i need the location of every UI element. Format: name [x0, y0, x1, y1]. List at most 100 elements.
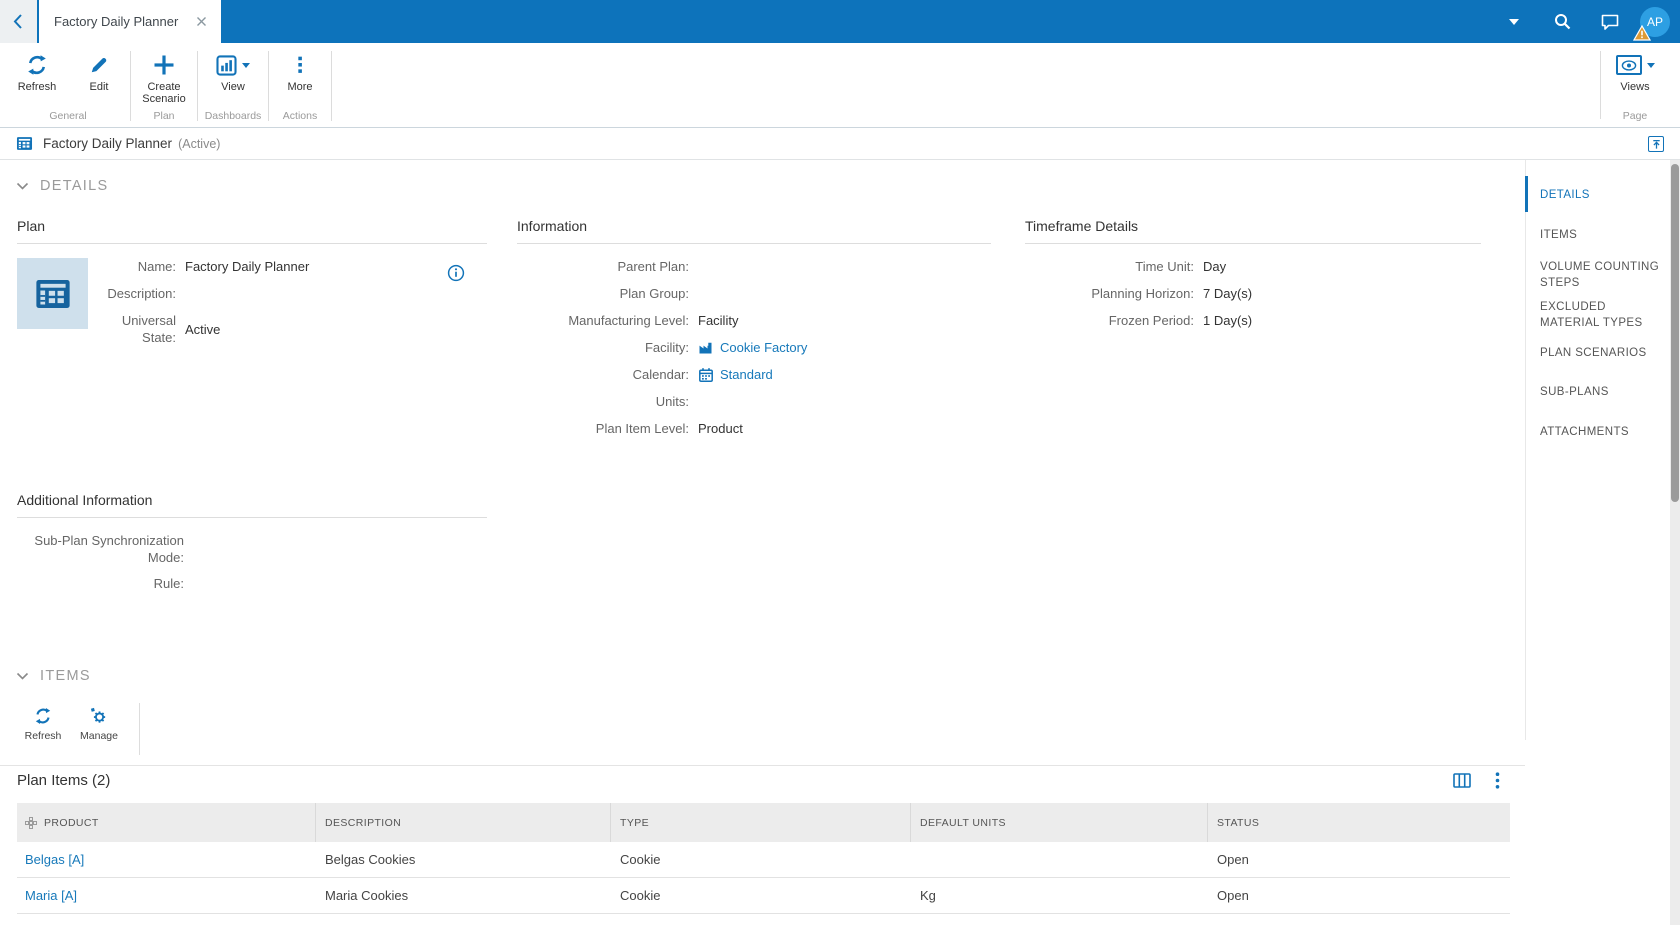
divider: [0, 765, 1525, 766]
panel-heading: Timeframe Details: [1025, 218, 1481, 244]
ribbon-separator: [1600, 51, 1601, 119]
panel-heading: Information: [517, 218, 991, 244]
cell-description: Belgas Cookies: [325, 852, 416, 867]
field-row: Rule:: [17, 575, 487, 592]
field-label: Parent Plan:: [617, 259, 689, 274]
field-row: Plan Item Level: Product: [517, 420, 991, 437]
views-button[interactable]: Views: [1606, 52, 1664, 93]
column-header-product[interactable]: PRODUCT: [17, 803, 316, 842]
facility-link[interactable]: Cookie Factory: [720, 339, 807, 356]
sidebar-item-plan-scenarios[interactable]: PLAN SCENARIOS: [1540, 345, 1662, 361]
cell-default-units: [911, 842, 1208, 877]
product-link[interactable]: Maria [A]: [25, 888, 77, 903]
view-button[interactable]: View: [198, 52, 268, 93]
field-label: Plan Item Level:: [595, 421, 689, 436]
edit-icon: [89, 52, 109, 78]
field-value: Product: [698, 421, 743, 436]
ribbon-group-actions: More Actions: [269, 43, 331, 127]
eye-icon: [1615, 55, 1642, 75]
sidebar-active-indicator: [1525, 176, 1528, 212]
refresh-button[interactable]: Refresh: [6, 52, 68, 93]
field-label: Universal State:: [121, 313, 176, 345]
field-row: Frozen Period: 1 Day(s): [1025, 312, 1481, 329]
close-icon[interactable]: [192, 12, 211, 31]
additional-information-panel: Additional Information Sub-Plan Synchron…: [17, 492, 487, 602]
field-label: Frozen Period:: [1108, 313, 1194, 328]
columns-icon[interactable]: [1453, 773, 1471, 788]
scrollbar-thumb[interactable]: [1671, 164, 1679, 502]
create-scenario-button[interactable]: Create Scenario: [131, 52, 197, 105]
sidebar-item-excluded-material-types[interactable]: EXCLUDED MATERIAL TYPES: [1540, 299, 1662, 331]
status-badge: (Active): [178, 136, 221, 151]
section-header-items[interactable]: ITEMS: [16, 668, 91, 684]
field-value: 7 Day(s): [1203, 286, 1253, 301]
section-title: DETAILS: [40, 178, 109, 194]
field-row: Facility: Cookie Factory: [517, 339, 991, 356]
edit-button[interactable]: Edit: [68, 52, 130, 93]
field-value: Factory Daily Planner: [185, 259, 310, 274]
cell-status: Open: [1217, 852, 1249, 867]
field-label: Calendar:: [632, 367, 689, 382]
back-button[interactable]: [0, 0, 37, 43]
topbar-right: AP: [1490, 0, 1680, 43]
caret-down-icon: [1509, 18, 1519, 25]
column-header-type[interactable]: TYPE: [611, 803, 911, 842]
plan-items-table: PRODUCT DESCRIPTION TYPE DEFAULT UNITS S…: [17, 803, 1510, 914]
table-row[interactable]: Maria [A] Maria Cookies Cookie Kg Open: [17, 878, 1510, 914]
sidebar-item-details[interactable]: DETAILS: [1540, 187, 1662, 203]
cell-status: Open: [1217, 888, 1249, 903]
toolbar-separator: [139, 703, 140, 755]
table-row[interactable]: Belgas [A] Belgas Cookies Cookie Open: [17, 842, 1510, 878]
panel-heading: Additional Information: [17, 492, 487, 518]
refresh-icon: [26, 52, 48, 78]
product-link[interactable]: Belgas [A]: [25, 852, 84, 867]
column-header-description[interactable]: DESCRIPTION: [316, 803, 611, 842]
info-icon[interactable]: [447, 264, 465, 282]
ribbon-group-plan: Create Scenario Plan: [131, 43, 197, 127]
ribbon-separator: [331, 51, 332, 121]
field-row: Plan Group:: [517, 285, 991, 302]
sidebar-item-volume-counting-steps[interactable]: VOLUME COUNTING STEPS: [1540, 259, 1662, 291]
tab-factory-daily-planner[interactable]: Factory Daily Planner: [39, 0, 221, 43]
field-row: Time Unit: Day: [1025, 258, 1481, 275]
more-button[interactable]: More: [269, 52, 331, 93]
section-header-details[interactable]: DETAILS: [16, 178, 108, 194]
calendar-link[interactable]: Standard: [720, 366, 773, 383]
ribbon-group-caption: Actions: [282, 110, 318, 122]
search-icon: [1553, 12, 1572, 31]
items-toolbar: Refresh Manage: [15, 703, 140, 755]
field-label: Time Unit:: [1135, 259, 1194, 274]
button-label: Refresh: [17, 81, 57, 93]
column-header-label: PRODUCT: [44, 816, 99, 829]
items-refresh-button[interactable]: Refresh: [15, 703, 71, 742]
field-label: Name:: [137, 259, 176, 274]
button-label: Refresh: [24, 730, 62, 742]
items-manage-button[interactable]: Manage: [71, 703, 127, 742]
button-label: Edit: [89, 81, 109, 93]
column-header-label: DESCRIPTION: [325, 816, 402, 829]
field-label: Rule:: [153, 576, 184, 591]
sidebar-item-sub-plans[interactable]: SUB-PLANS: [1540, 384, 1662, 400]
kebab-icon[interactable]: [1495, 772, 1500, 789]
field-row: Units:: [517, 393, 991, 410]
search-button[interactable]: [1538, 0, 1586, 43]
chat-button[interactable]: [1586, 0, 1634, 43]
move-icon: [25, 816, 37, 829]
avatar[interactable]: AP: [1633, 6, 1670, 41]
timeframe-panel: Timeframe Details Time Unit: Day Plannin…: [1025, 218, 1481, 339]
column-header-status[interactable]: STATUS: [1208, 803, 1510, 842]
column-header-default-units[interactable]: DEFAULT UNITS: [911, 803, 1208, 842]
field-row: Manufacturing Level: Facility: [517, 312, 991, 329]
ribbon-group-general: Refresh Edit General: [6, 43, 130, 127]
sidebar-item-attachments[interactable]: ATTACHMENTS: [1540, 424, 1662, 440]
kebab-icon: [291, 52, 309, 78]
topbar-dropdown-button[interactable]: [1490, 0, 1538, 43]
topbar: Factory Daily Planner AP: [0, 0, 1680, 43]
chevron-down-icon: [16, 672, 29, 681]
cell-type: Cookie: [620, 852, 661, 867]
expand-icon[interactable]: [1648, 136, 1664, 152]
ribbon-group-caption: Dashboards: [204, 110, 262, 122]
field-row: Planning Horizon: 7 Day(s): [1025, 285, 1481, 302]
sidebar-item-items[interactable]: ITEMS: [1540, 227, 1662, 243]
field-row: Parent Plan:: [517, 258, 991, 275]
